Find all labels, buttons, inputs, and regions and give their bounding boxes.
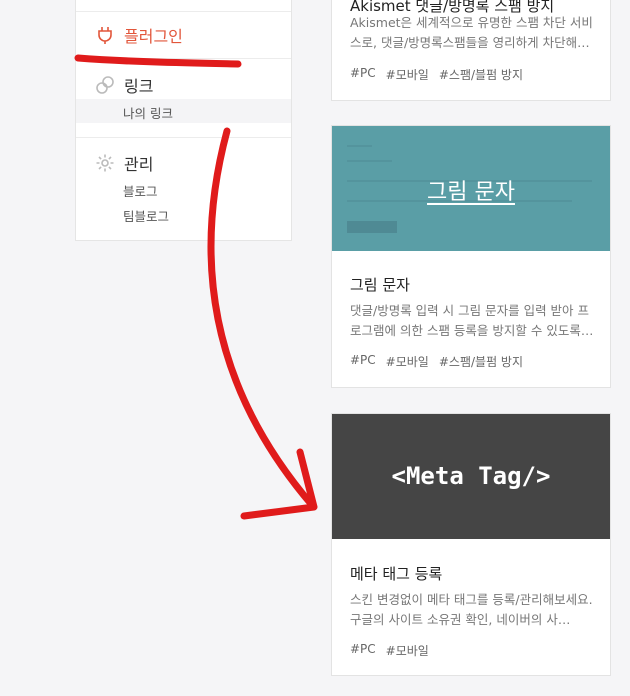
tag: #PC <box>350 353 376 367</box>
sidebar-item-label: 플러그인 <box>124 27 183 46</box>
sidebar-item-manage[interactable]: 관리 <box>94 151 153 175</box>
card-description: 댓글/방명록 입력 시 그림 문자를 입력 받아 프로그램에 의한 스팸 등록을… <box>350 303 594 338</box>
plugin-card-captcha[interactable]: 그림 문자 그림 문자 댓글/방명록 입력 시 그림 문자를 입력 받아 프로그… <box>331 125 611 388</box>
sidebar-item-label: 링크 <box>124 77 154 96</box>
sidebar-menu: 플러그인 링크 나의 링크 관리 블로그 팀블로그 <box>75 0 292 241</box>
card-description: 스킨 변경없이 메타 태그를 등록/관리해보세요. 구글의 사이트 소유권 확인… <box>350 592 593 627</box>
plugin-card-meta-tag[interactable]: <Meta Tag/> 메타 태그 등록 스킨 변경없이 메타 태그를 등록/관… <box>331 413 611 676</box>
card-title: 그림 문자 <box>350 276 410 294</box>
tag: #모바일 <box>385 355 429 369</box>
card-tags: #PC #모바일 #스팸/블펌 방지 <box>350 353 523 370</box>
sidebar-item-plugin[interactable]: 플러그인 <box>94 23 183 47</box>
gear-icon <box>94 152 116 174</box>
link-icon <box>94 74 116 96</box>
tag: #모바일 <box>385 68 429 82</box>
card-title: 메타 태그 등록 <box>350 565 443 583</box>
sidebar-subitem-blog[interactable]: 블로그 <box>123 181 158 200</box>
tag: #모바일 <box>385 644 429 658</box>
tag: #PC <box>350 66 376 80</box>
thumbnail-text: 그림 문자 <box>427 180 515 205</box>
card-thumbnail: 그림 문자 <box>332 126 610 251</box>
card-thumbnail: <Meta Tag/> <box>332 414 610 539</box>
annotation-arrow-head <box>240 448 318 520</box>
sidebar-subitem-teamblog[interactable]: 팀블로그 <box>123 206 169 225</box>
active-sub-highlight <box>76 99 291 123</box>
divider <box>76 137 291 138</box>
tag: #스팸/블펌 방지 <box>438 68 524 82</box>
card-tags: #PC #모바일 #스팸/블펌 방지 <box>350 66 523 83</box>
plugin-card-akismet[interactable]: Akismet 댓글/방명록 스팸 방지 Akismet은 세계적으로 유명한 … <box>331 0 611 101</box>
thumbnail-text: <Meta Tag/> <box>391 462 551 490</box>
tag: #PC <box>350 642 376 656</box>
divider <box>76 11 291 12</box>
divider <box>76 58 291 59</box>
sidebar-item-label: 관리 <box>124 155 154 174</box>
card-description: Akismet은 세계적으로 유명한 스팸 차단 서비스로, 댓글/방명록스팸들… <box>350 15 593 50</box>
plug-icon <box>94 24 116 46</box>
tag: #스팸/블펌 방지 <box>438 355 524 369</box>
sidebar-subitem-my-links[interactable]: 나의 링크 <box>123 103 173 122</box>
sidebar-item-link[interactable]: 링크 <box>94 73 153 97</box>
card-tags: #PC #모바일 <box>350 642 429 659</box>
